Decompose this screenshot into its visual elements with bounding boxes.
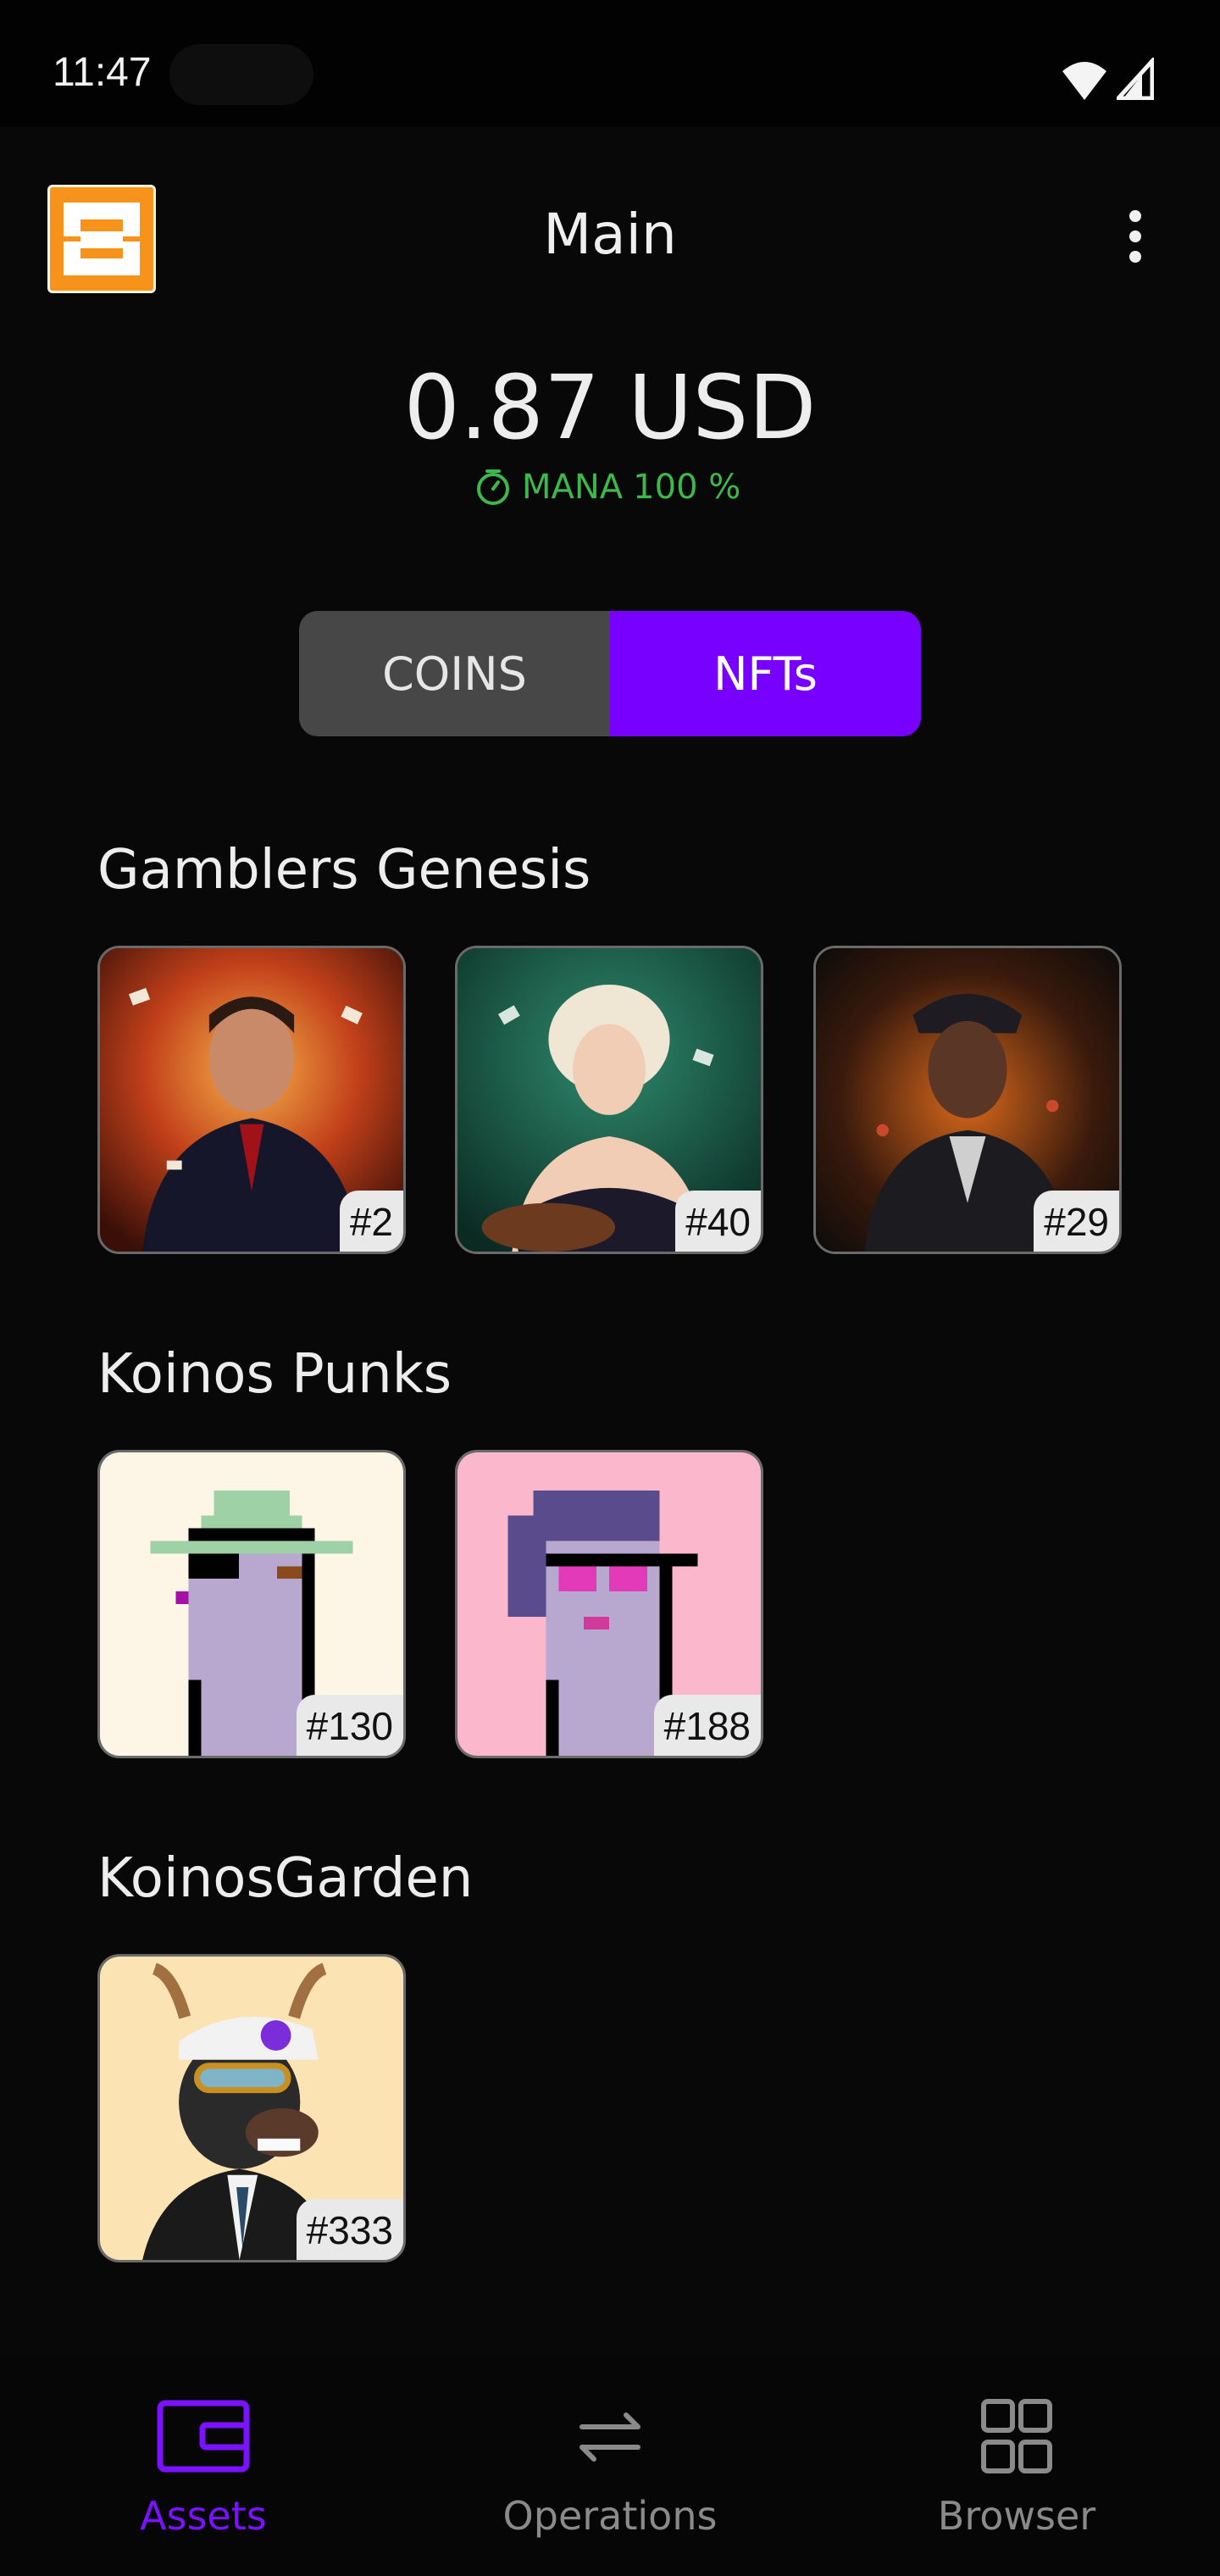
swap-arrows-icon <box>580 2412 640 2462</box>
signal-icon <box>1117 58 1154 100</box>
nav-label: Assets <box>140 2493 267 2539</box>
nft-id-badge: #188 <box>653 1695 761 1756</box>
wifi-icon <box>1062 62 1106 100</box>
mana-indicator: MANA 100 % <box>474 468 740 507</box>
status-bar: 11:47 <box>0 0 1220 127</box>
grid-apps-icon <box>981 2399 1052 2473</box>
nft-id-badge: #130 <box>296 1695 403 1756</box>
status-time: 11:47 <box>53 50 152 95</box>
nft-card[interactable]: #188 <box>455 1450 763 1758</box>
nft-card[interactable]: #29 <box>813 946 1122 1254</box>
nft-card[interactable]: #40 <box>455 946 763 1254</box>
page-title: Main <box>543 202 677 267</box>
nft-card[interactable]: #333 <box>97 1954 406 2262</box>
collection-title: KoinosGarden <box>97 1847 474 1910</box>
nav-label: Browser <box>937 2493 1096 2539</box>
nft-card[interactable]: #2 <box>97 946 406 1254</box>
mana-label: MANA <box>522 468 624 507</box>
tab-nfts[interactable]: NFTs <box>610 611 921 736</box>
nft-card[interactable]: #130 <box>97 1450 406 1758</box>
balance-amount: 0.87 USD <box>403 356 817 459</box>
camera-notch <box>169 44 313 105</box>
nft-id-badge: #40 <box>675 1191 761 1252</box>
mana-percent: 100 % <box>633 468 741 507</box>
nav-label: Operations <box>502 2493 718 2539</box>
tab-coins[interactable]: COINS <box>299 611 610 736</box>
collection-title: Gamblers Genesis <box>97 839 591 902</box>
nav-assets[interactable]: Assets <box>51 2398 356 2539</box>
asset-type-toggle: COINS NFTs <box>299 611 921 736</box>
nft-id-badge: #333 <box>296 2199 403 2260</box>
nft-id-badge: #29 <box>1034 1191 1119 1252</box>
wallet-icon <box>157 2400 250 2473</box>
timer-icon <box>477 469 509 505</box>
nav-operations[interactable]: Operations <box>458 2398 762 2539</box>
nft-id-badge: #2 <box>339 1191 403 1252</box>
collection-title: Koinos Punks <box>97 1343 452 1406</box>
nav-browser[interactable]: Browser <box>864 2398 1169 2539</box>
more-vert-icon[interactable] <box>1118 203 1152 280</box>
